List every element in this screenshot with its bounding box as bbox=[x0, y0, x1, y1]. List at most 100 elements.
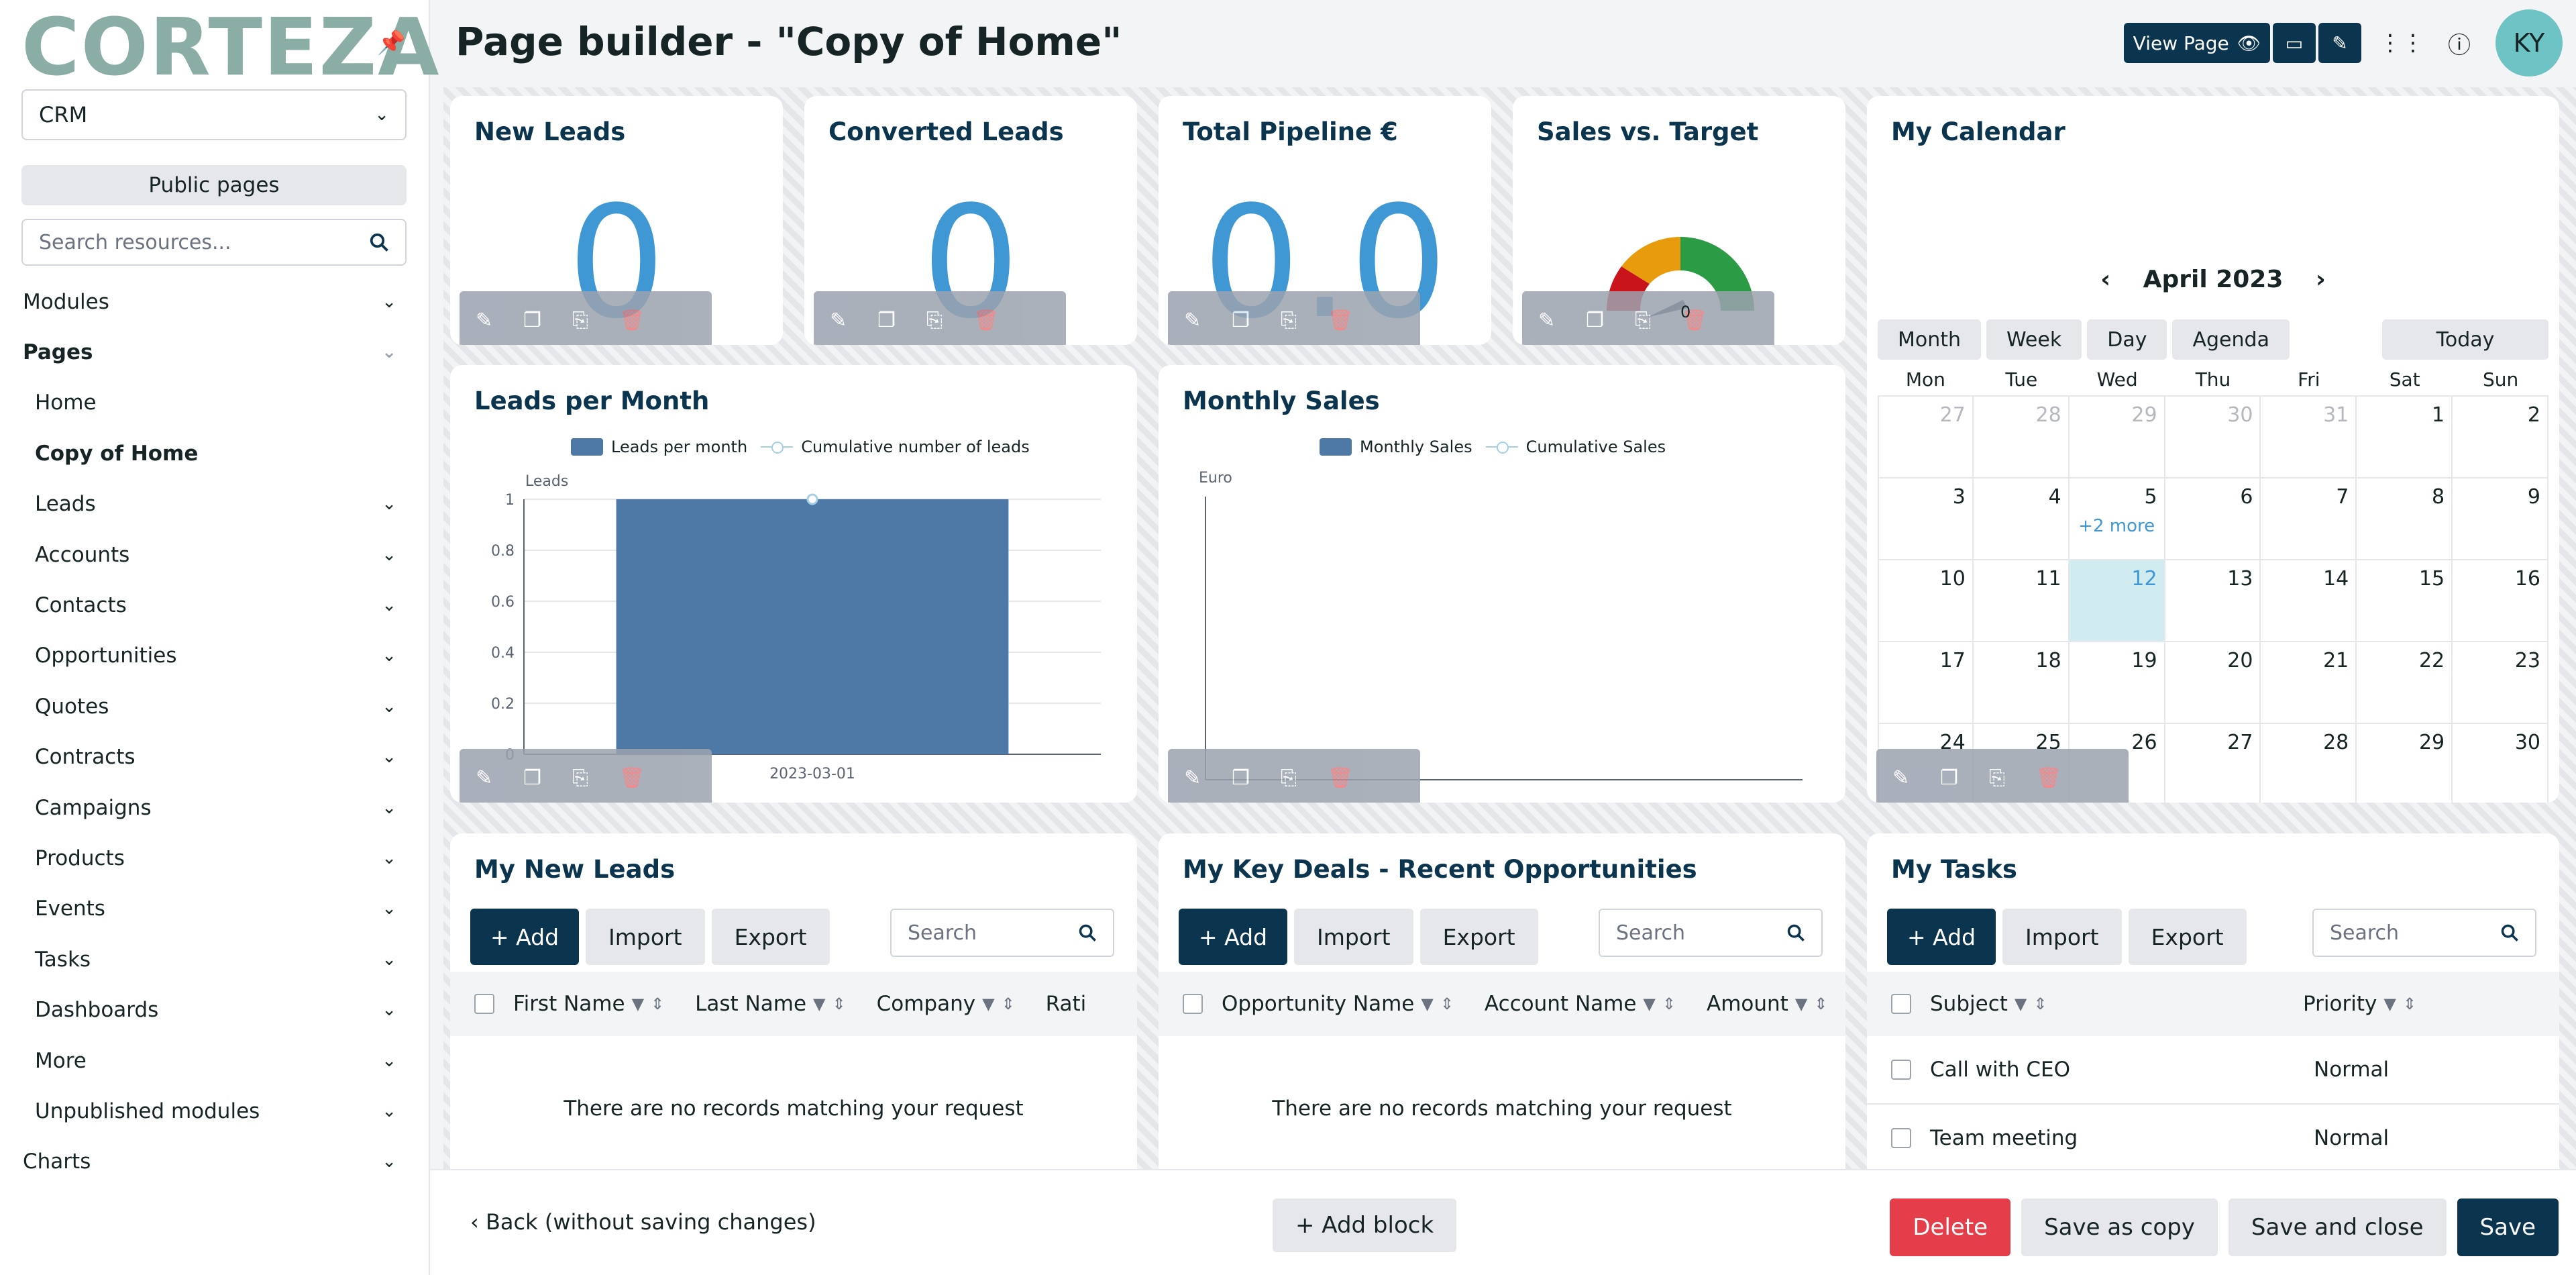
sort-icon[interactable]: ⇕ bbox=[1002, 994, 1015, 1013]
clone-icon[interactable]: ❐ bbox=[877, 309, 896, 332]
edit-icon[interactable]: ✎ bbox=[1892, 766, 1909, 790]
sort-icon[interactable]: ⇕ bbox=[1440, 994, 1454, 1013]
calendar-day[interactable]: 17 bbox=[1878, 642, 1974, 724]
calendar-day[interactable]: 29 bbox=[2069, 397, 2165, 478]
calendar-day[interactable]: 11 bbox=[1973, 560, 2070, 642]
copy-icon[interactable]: ⎘ bbox=[1989, 766, 2005, 790]
clone-icon[interactable]: ❐ bbox=[523, 309, 541, 332]
sidebar-item-charts[interactable]: Charts ⌄ bbox=[0, 1137, 430, 1187]
row-checkbox[interactable] bbox=[1891, 1128, 1911, 1148]
save-button[interactable]: Save bbox=[2457, 1198, 2559, 1256]
calendar-day[interactable]: 19 bbox=[2069, 642, 2165, 724]
select-all-checkbox[interactable] bbox=[1891, 994, 1911, 1014]
calendar-day[interactable]: 5 +2 more bbox=[2069, 478, 2165, 560]
calendar-today-button[interactable]: Today bbox=[2382, 319, 2548, 360]
edit-icon[interactable]: ✎ bbox=[830, 309, 847, 332]
copy-icon[interactable]: ⎘ bbox=[572, 309, 588, 332]
pin-icon[interactable]: 📌 bbox=[377, 30, 405, 56]
row-checkbox[interactable] bbox=[1891, 1060, 1911, 1080]
filter-icon[interactable]: ▼ bbox=[1643, 994, 1655, 1013]
sort-icon[interactable]: ⇕ bbox=[1662, 994, 1676, 1013]
calendar-day[interactable]: 28 bbox=[2261, 724, 2357, 803]
edit-icon[interactable]: ✎ bbox=[476, 309, 492, 332]
calendar-day[interactable]: 14 bbox=[2261, 560, 2357, 642]
calendar-day[interactable]: 31 bbox=[2261, 397, 2357, 478]
sidebar-item-modules[interactable]: Modules ⌄ bbox=[0, 276, 430, 327]
page-layout-button[interactable]: ▭ bbox=[2273, 23, 2316, 63]
sort-icon[interactable]: ⇕ bbox=[2033, 994, 2047, 1013]
calendar-view-day[interactable]: Day bbox=[2087, 319, 2167, 360]
calendar-day[interactable]: 2 bbox=[2453, 397, 2548, 478]
calendar-day[interactable]: 18 bbox=[1973, 642, 2070, 724]
clone-icon[interactable]: ❐ bbox=[1586, 309, 1604, 332]
clone-icon[interactable]: ❐ bbox=[523, 766, 541, 790]
export-button[interactable]: Export bbox=[2128, 909, 2247, 965]
sidebar-item-accounts[interactable]: Accounts ⌄ bbox=[0, 529, 430, 580]
edit-page-button[interactable]: ✎ bbox=[2318, 23, 2361, 63]
apps-grid-icon[interactable]: ⋮⋮ bbox=[2379, 23, 2424, 63]
sidebar-item-quotes[interactable]: Quotes ⌄ bbox=[0, 681, 430, 731]
calendar-prev-button[interactable]: ‹ bbox=[2100, 266, 2110, 293]
calendar-view-week[interactable]: Week bbox=[1986, 319, 2082, 360]
select-all-checkbox[interactable] bbox=[474, 994, 494, 1014]
save-as-copy-button[interactable]: Save as copy bbox=[2021, 1198, 2218, 1256]
calendar-view-month[interactable]: Month bbox=[1878, 319, 1982, 360]
add-record-button[interactable]: + Add bbox=[1887, 909, 1996, 965]
edit-icon[interactable]: ✎ bbox=[1184, 309, 1201, 332]
table-row[interactable]: Team meeting Normal bbox=[1867, 1105, 2559, 1169]
my-key-deals-block[interactable]: My Key Deals - Recent Opportunities + Ad… bbox=[1159, 833, 1845, 1169]
sales-target-block[interactable]: Sales vs. Target 0 ✎ ❐ ⎘ 🗑 bbox=[1513, 96, 1845, 345]
column-header-rati[interactable]: Rati bbox=[1046, 992, 1087, 1016]
back-link[interactable]: ‹ Back (without saving changes) bbox=[470, 1209, 816, 1235]
select-all-checkbox[interactable] bbox=[1183, 994, 1203, 1014]
edit-icon[interactable]: ✎ bbox=[476, 766, 492, 790]
new-leads-block[interactable]: New Leads 0 ✎ ❐ ⎘ 🗑 bbox=[450, 96, 783, 345]
filter-icon[interactable]: ▼ bbox=[1795, 994, 1807, 1013]
more-events-link[interactable]: +2 more bbox=[2075, 516, 2159, 536]
edit-icon[interactable]: ✎ bbox=[1184, 766, 1201, 790]
column-header-priority[interactable]: Priority ▼ ⇕ bbox=[2303, 992, 2416, 1016]
help-icon[interactable]: ⓘ bbox=[2439, 23, 2479, 63]
sidebar-item-campaigns[interactable]: Campaigns ⌄ bbox=[0, 782, 430, 833]
export-button[interactable]: Export bbox=[1419, 909, 1538, 965]
sidebar-item-opportunities[interactable]: Opportunities ⌄ bbox=[0, 631, 430, 681]
calendar-day[interactable]: 16 bbox=[2453, 560, 2548, 642]
filter-icon[interactable]: ▼ bbox=[2383, 994, 2396, 1013]
record-search-input[interactable]: Search bbox=[890, 909, 1114, 957]
record-search-input[interactable]: Search bbox=[2312, 909, 2536, 957]
converted-leads-block[interactable]: Converted Leads 0 ✎ ❐ ⎘ 🗑 bbox=[804, 96, 1137, 345]
calendar-day[interactable]: 27 bbox=[1878, 397, 1974, 478]
import-button[interactable]: Import bbox=[2002, 909, 2122, 965]
column-header-first-name[interactable]: First Name ▼ ⇕ bbox=[513, 992, 664, 1016]
calendar-day[interactable]: 27 bbox=[2165, 724, 2261, 803]
column-header-last-name[interactable]: Last Name ▼ ⇕ bbox=[695, 992, 845, 1016]
filter-icon[interactable]: ▼ bbox=[982, 994, 994, 1013]
add-record-button[interactable]: + Add bbox=[1179, 909, 1288, 965]
avatar[interactable]: KY bbox=[2496, 9, 2563, 76]
filter-icon[interactable]: ▼ bbox=[813, 994, 825, 1013]
calendar-day[interactable]: 21 bbox=[2261, 642, 2357, 724]
column-header-amount[interactable]: Amount ▼ ⇕ bbox=[1707, 992, 1827, 1016]
copy-icon[interactable]: ⎘ bbox=[926, 309, 943, 332]
sidebar-item-dashboards[interactable]: Dashboards ⌄ bbox=[0, 984, 430, 1035]
leads-per-month-block[interactable]: Leads per Month Leads per month Cumulati… bbox=[450, 365, 1137, 803]
copy-icon[interactable]: ⎘ bbox=[1281, 309, 1297, 332]
calendar-next-button[interactable]: › bbox=[2316, 266, 2326, 293]
export-button[interactable]: Export bbox=[711, 909, 830, 965]
calendar-day[interactable]: 10 bbox=[1878, 560, 1974, 642]
sidebar-item-copy-of-home[interactable]: Copy of Home bbox=[0, 428, 430, 478]
record-search-input[interactable]: Search bbox=[1599, 909, 1823, 957]
calendar-day[interactable]: 4 bbox=[1973, 478, 2070, 560]
calendar-day[interactable]: 30 bbox=[2453, 724, 2548, 803]
my-new-leads-block[interactable]: My New Leads + Add Import Export Search … bbox=[450, 833, 1137, 1169]
calendar-day[interactable]: 8 bbox=[2357, 478, 2453, 560]
copy-icon[interactable]: ⎘ bbox=[1635, 309, 1651, 332]
calendar-day[interactable]: 3 bbox=[1878, 478, 1974, 560]
calendar-day[interactable]: 7 bbox=[2261, 478, 2357, 560]
sidebar-item-products[interactable]: Products ⌄ bbox=[0, 833, 430, 883]
trash-icon[interactable]: 🗑 bbox=[2036, 766, 2061, 790]
save-and-close-button[interactable]: Save and close bbox=[2228, 1198, 2447, 1256]
sidebar-item-events[interactable]: Events ⌄ bbox=[0, 884, 430, 934]
clone-icon[interactable]: ❐ bbox=[1232, 309, 1250, 332]
calendar-day[interactable]: 29 bbox=[2357, 724, 2453, 803]
